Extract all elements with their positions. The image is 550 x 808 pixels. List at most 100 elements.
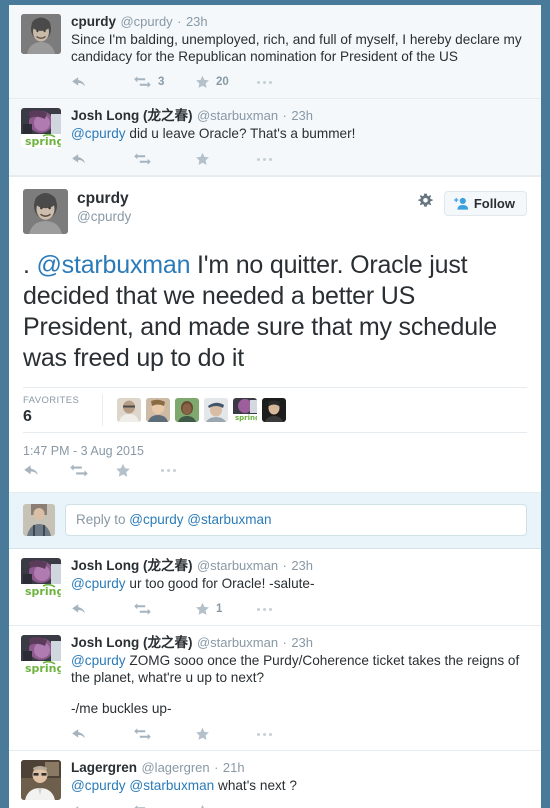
svg-text:spring: spring [25, 662, 61, 675]
avatar[interactable] [21, 14, 61, 54]
favorite-button[interactable] [195, 727, 257, 741]
favorite-button[interactable]: 20 [195, 75, 257, 89]
retweet-button[interactable] [133, 152, 195, 166]
tweet-text-body: did u leave Oracle? That's a bummer! [125, 126, 356, 141]
avatar[interactable]: spring [21, 635, 61, 675]
tweet-item[interactable]: cpurdy @cpurdy · 23h Since I'm balding, … [9, 5, 541, 99]
tweet-timestamp[interactable]: 23h [291, 635, 313, 650]
favoriter-avatar[interactable] [146, 398, 170, 422]
favoriter-avatar[interactable]: spring [233, 398, 257, 422]
gear-icon[interactable] [417, 193, 434, 215]
more-options-button[interactable] [257, 607, 319, 611]
favorite-button[interactable] [195, 804, 257, 808]
mention-link[interactable]: @cpurdy [71, 778, 126, 793]
avatar[interactable] [21, 760, 61, 800]
retweet-button[interactable] [133, 602, 195, 616]
mention-link[interactable]: @cpurdy [71, 126, 126, 141]
favoriter-avatar[interactable] [262, 398, 286, 422]
tweet-fullname[interactable]: Josh Long (龙之春) [71, 108, 193, 123]
separator: · [177, 14, 182, 29]
main-tweet-tools: Follow [417, 189, 527, 216]
reply-button[interactable] [23, 463, 69, 478]
favorite-button[interactable] [195, 152, 257, 166]
tweet-username[interactable]: @starbuxman [197, 558, 278, 573]
reply-button[interactable] [71, 152, 133, 166]
tweet-timestamp[interactable]: 23h [291, 108, 313, 123]
retweet-button[interactable] [133, 727, 195, 741]
main-tweet-username[interactable]: @cpurdy [77, 208, 417, 225]
retweet-button[interactable]: 3 [133, 75, 195, 89]
main-tweet-text: . @starbuxman I'm no quitter. Oracle jus… [23, 250, 527, 374]
dot-icon [257, 157, 260, 161]
reply-placeholder-lead: Reply to [76, 512, 130, 527]
dot-icon [263, 80, 266, 84]
face-2-icon [146, 398, 170, 422]
tweet-fullname[interactable]: Lagergren [71, 760, 137, 775]
tweet-timestamp[interactable]: 23h [291, 558, 313, 573]
tweet-fullname[interactable]: cpurdy [71, 14, 116, 29]
more-options-button[interactable] [161, 468, 207, 472]
avatar[interactable]: spring [21, 108, 61, 148]
favoriter-avatar[interactable] [117, 398, 141, 422]
tweet-stats: FAVORITES 6 spring [23, 387, 527, 433]
tweet-item[interactable]: spring Josh Long (龙之春) @starbuxman · 23h… [9, 626, 541, 751]
tweet-fullname[interactable]: Josh Long (龙之春) [71, 558, 193, 573]
main-tweet-header: cpurdy @cpurdy Follow [23, 189, 527, 234]
dot-icon [263, 607, 266, 611]
tweet-username[interactable]: @cpurdy [120, 14, 172, 29]
follow-button[interactable]: Follow [443, 191, 527, 216]
tweet-timestamp[interactable]: 21h [223, 760, 245, 775]
avatar-image-joshlong: spring [21, 635, 61, 675]
reply-button[interactable] [71, 75, 133, 89]
reply-button[interactable] [71, 804, 133, 808]
tweet-username[interactable]: @lagergren [141, 760, 209, 775]
main-tweet-fullname[interactable]: cpurdy [77, 189, 417, 208]
tweet-actions [71, 724, 529, 744]
favorites-label: FAVORITES [23, 395, 80, 406]
tweet-username[interactable]: @starbuxman [197, 635, 278, 650]
favorite-button[interactable] [115, 463, 161, 478]
dot-icon [173, 468, 176, 472]
more-options-button[interactable] [257, 732, 319, 736]
avatar[interactable] [23, 504, 55, 536]
favoriter-avatar[interactable] [204, 398, 228, 422]
favoriter-avatar[interactable] [175, 398, 199, 422]
tweet-username[interactable]: @starbuxman [197, 108, 278, 123]
ancestor-tweets: cpurdy @cpurdy · 23h Since I'm balding, … [9, 5, 541, 176]
avatar[interactable]: spring [21, 558, 61, 598]
tweet-item[interactable]: spring Josh Long (龙之春) @starbuxman · 23h… [9, 549, 541, 626]
tweet-timestamp[interactable]: 23h [186, 14, 208, 29]
tweet-fullname[interactable]: Josh Long (龙之春) [71, 635, 193, 650]
mention-link[interactable]: @starbuxman [37, 251, 191, 279]
tweet-text: Since I'm balding, unemployed, rich, and… [71, 32, 522, 64]
retweet-button[interactable] [133, 804, 195, 808]
svg-text:spring: spring [25, 585, 61, 598]
tweet-actions: 1 [71, 599, 529, 619]
main-tweet: cpurdy @cpurdy Follow . @starbuxman I'm … [9, 176, 541, 493]
tweet-header: Josh Long (龙之春) @starbuxman · 23h [71, 558, 529, 574]
tweet-text-paragraph: @cpurdy ZOMG sooo once the Purdy/Coheren… [71, 652, 529, 686]
face-6-icon [262, 398, 286, 422]
more-options-button[interactable] [257, 80, 319, 84]
retweet-button[interactable] [69, 463, 115, 478]
avatar-image-lagergren [21, 760, 61, 800]
favorite-button[interactable]: 1 [195, 602, 257, 616]
reply-composer[interactable]: Reply to @cpurdy @starbuxman [9, 493, 541, 549]
tweet-text: @cpurdy did u leave Oracle? That's a bum… [71, 125, 529, 142]
avatar[interactable] [23, 189, 68, 234]
mention-link[interactable]: @cpurdy [71, 653, 126, 668]
mention-link[interactable]: @cpurdy [71, 576, 126, 591]
main-tweet-timestamp[interactable]: 1:47 PM - 3 Aug 2015 [23, 433, 527, 460]
tweet-item[interactable]: spring Josh Long (龙之春) @starbuxman · 23h… [9, 99, 541, 176]
mention-link[interactable]: @starbuxman [129, 778, 214, 793]
reply-placeholder-mention: @starbuxman [187, 512, 272, 527]
tweet-item[interactable]: Lagergren @lagergren · 21h @cpurdy @star… [9, 751, 541, 808]
more-options-button[interactable] [257, 157, 319, 161]
separator: · [282, 635, 287, 650]
reply-input[interactable]: Reply to @cpurdy @starbuxman [65, 504, 527, 536]
tweet-actions [71, 801, 529, 808]
reply-tweets: spring Josh Long (龙之春) @starbuxman · 23h… [9, 549, 541, 808]
reply-button[interactable] [71, 602, 133, 616]
favorites-stat[interactable]: FAVORITES 6 [23, 394, 103, 426]
reply-button[interactable] [71, 727, 133, 741]
